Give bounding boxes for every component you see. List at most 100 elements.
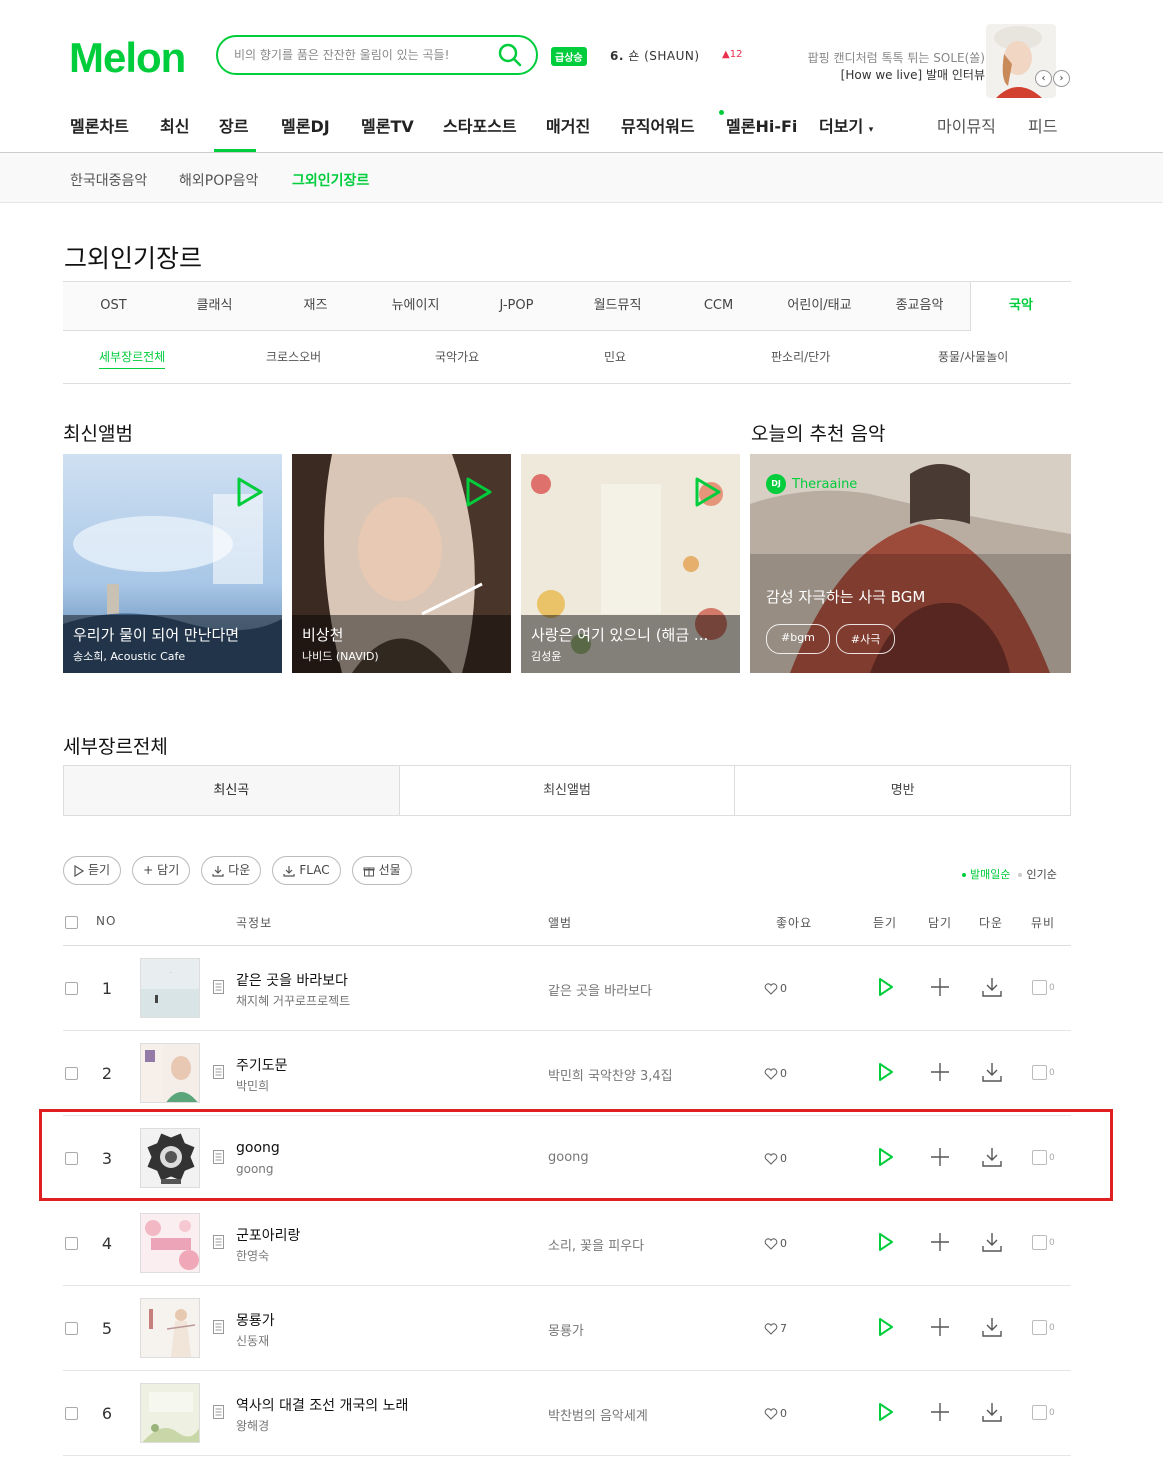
album-thumbnail[interactable] — [140, 1298, 200, 1358]
download-icon[interactable] — [981, 1231, 1003, 1253]
listen-button[interactable]: 듣기 — [63, 856, 122, 885]
album-thumbnail[interactable] — [140, 1383, 200, 1443]
album-thumbnail[interactable]: . — [140, 958, 200, 1018]
tab-latest-albums[interactable]: 최신앨범 — [398, 766, 735, 815]
subnav-korean[interactable]: 한국대중음악 — [70, 170, 147, 190]
genre-tab-jazz[interactable]: 재즈 — [265, 282, 366, 330]
play-icon[interactable] — [874, 1316, 896, 1338]
song-artist[interactable]: 채지혜 거꾸로프로젝트 — [236, 992, 350, 1009]
sort-by-popularity[interactable]: 인기순 — [1026, 868, 1056, 881]
chevron-left-icon[interactable]: ‹ — [1035, 70, 1052, 87]
search-input[interactable] — [234, 45, 494, 65]
song-album[interactable]: 소리, 꽃을 피우다 — [548, 1235, 644, 1254]
like-button[interactable]: 0 — [764, 1407, 787, 1420]
add-to-list-icon[interactable] — [929, 1401, 951, 1423]
song-artist[interactable]: 신동재 — [236, 1332, 269, 1349]
song-info-icon[interactable] — [213, 980, 224, 994]
album-card[interactable]: 우리가 물이 되어 만난다면 송소희, Acoustic Cafe — [63, 454, 282, 673]
song-album[interactable]: 박민희 국악찬양 3,4집 — [548, 1065, 673, 1084]
album-title[interactable]: 우리가 물이 되어 만난다면 — [73, 624, 273, 645]
genre-tab-religion[interactable]: 종교음악 — [869, 282, 970, 330]
trend-keyword[interactable]: 6. 숀 (SHAUN) — [610, 47, 700, 64]
song-info-icon[interactable] — [213, 1405, 224, 1419]
add-to-list-icon[interactable] — [929, 1231, 951, 1253]
album-artist[interactable]: 나비드 (NAVID) — [302, 648, 379, 664]
genre-tab-classic[interactable]: 클래식 — [164, 282, 265, 330]
nav-magazine[interactable]: 매거진 — [546, 113, 590, 137]
nav-award[interactable]: 뮤직어워드 — [621, 113, 695, 137]
album-thumbnail[interactable] — [140, 1043, 200, 1103]
subgenre-gugak-gayo[interactable]: 국악가요 — [435, 348, 479, 365]
like-button[interactable]: 0 — [764, 1067, 787, 1080]
play-icon[interactable] — [465, 476, 493, 508]
table-row[interactable]: 2 주기도문 박민희 박민희 국악찬양 3,4집 0 0 — [63, 1031, 1071, 1116]
genre-tab-gugak[interactable]: 국악 — [970, 282, 1071, 331]
play-icon[interactable] — [874, 1401, 896, 1423]
table-row[interactable]: 4 군포아리랑 한영숙 소리, 꽃을 피우다 0 0 — [63, 1201, 1071, 1286]
song-artist[interactable]: 한영숙 — [236, 1247, 269, 1264]
row-checkbox[interactable] — [65, 1237, 78, 1250]
song-artist[interactable]: 박민희 — [236, 1077, 269, 1094]
song-title[interactable]: 같은 곳을 바라보다 — [236, 970, 348, 990]
song-info-icon[interactable] — [213, 1065, 224, 1079]
like-button[interactable]: 7 — [764, 1322, 787, 1335]
download-icon[interactable] — [981, 1061, 1003, 1083]
mv-button[interactable]: 0 — [1032, 1235, 1055, 1250]
song-album[interactable]: 같은 곳을 바라보다 — [548, 980, 652, 999]
add-to-list-icon[interactable] — [929, 1316, 951, 1338]
nav-new[interactable]: 최신 — [160, 113, 189, 137]
song-album[interactable]: 박찬범의 음악세계 — [548, 1405, 648, 1424]
subnav-pop[interactable]: 해외POP음악 — [179, 170, 258, 190]
mv-button[interactable]: 0 — [1032, 1065, 1055, 1080]
song-album[interactable]: 몽룡가 — [548, 1320, 584, 1339]
genre-tab-world[interactable]: 월드뮤직 — [567, 282, 668, 330]
tag-sageuk[interactable]: #사극 — [835, 624, 896, 654]
album-card[interactable]: 사랑은 여기 있으니 (해금 ... 김성윤 — [521, 454, 740, 673]
like-button[interactable]: 0 — [764, 982, 787, 995]
chevron-right-icon[interactable]: › — [1053, 70, 1070, 87]
subgenre-minyo[interactable]: 민요 — [604, 348, 626, 365]
subgenre-pansori[interactable]: 판소리/단가 — [771, 348, 830, 365]
album-artist[interactable]: 김성윤 — [531, 648, 561, 664]
song-title[interactable]: 몽룡가 — [236, 1310, 275, 1330]
nav-mymusic[interactable]: 마이뮤직 — [937, 113, 996, 137]
subgenre-all[interactable]: 세부장르전체 — [99, 348, 166, 369]
download-icon[interactable] — [981, 1316, 1003, 1338]
row-checkbox[interactable] — [65, 982, 78, 995]
dj-name[interactable]: Theraaine — [792, 477, 857, 492]
add-to-list-icon[interactable] — [929, 1061, 951, 1083]
play-icon[interactable] — [694, 476, 722, 508]
mv-button[interactable]: 0 — [1032, 1405, 1055, 1420]
nav-genre[interactable]: 장르 — [219, 113, 248, 137]
tab-latest-songs[interactable]: 최신곡 — [64, 766, 399, 815]
sort-by-date[interactable]: 발매일순 — [970, 868, 1010, 881]
genre-tab-kids[interactable]: 어린이/태교 — [769, 282, 870, 330]
download-button[interactable]: 다운 — [201, 856, 262, 885]
nav-more[interactable]: 더보기 ▾ — [819, 113, 873, 137]
download-icon[interactable] — [981, 1401, 1003, 1423]
select-all-checkbox[interactable] — [65, 916, 78, 929]
nav-dj[interactable]: 멜론DJ — [281, 113, 330, 137]
song-title[interactable]: 역사의 대결 조선 개국의 노래 — [236, 1395, 408, 1415]
album-artist[interactable]: 송소희, Acoustic Cafe — [73, 648, 185, 664]
genre-tab-ccm[interactable]: CCM — [668, 282, 769, 330]
add-button[interactable]: + 담기 — [132, 856, 191, 885]
nav-starpost[interactable]: 스타포스트 — [443, 113, 517, 137]
add-to-list-icon[interactable] — [929, 976, 951, 998]
playlist-title[interactable]: 감성 자극하는 사극 BGM — [766, 586, 925, 607]
subnav-other[interactable]: 그외인기장르 — [292, 170, 369, 190]
mv-button[interactable]: 0 — [1032, 1320, 1055, 1335]
song-title[interactable]: 주기도문 — [236, 1055, 288, 1075]
play-icon[interactable] — [874, 1231, 896, 1253]
album-thumbnail[interactable] — [140, 1213, 200, 1273]
row-checkbox[interactable] — [65, 1322, 78, 1335]
recommend-card[interactable]: DJ Theraaine 감성 자극하는 사극 BGM #bgm #사극 — [750, 454, 1071, 673]
nav-chart[interactable]: 멜론차트 — [70, 113, 129, 137]
search-icon[interactable] — [498, 43, 522, 67]
play-icon[interactable] — [236, 476, 264, 508]
mv-button[interactable]: 0 — [1032, 980, 1055, 995]
album-title[interactable]: 사랑은 여기 있으니 (해금 ... — [531, 624, 731, 645]
promo-banner[interactable]: 팝핑 캔디처럼 톡톡 튀는 SOLE(쏠) [How we live] 발매 인… — [808, 50, 985, 84]
table-row[interactable]: 5 몽룡가 신동재 몽룡가 7 0 — [63, 1286, 1071, 1371]
nav-hifi[interactable]: 멜론Hi-Fi — [726, 113, 797, 137]
